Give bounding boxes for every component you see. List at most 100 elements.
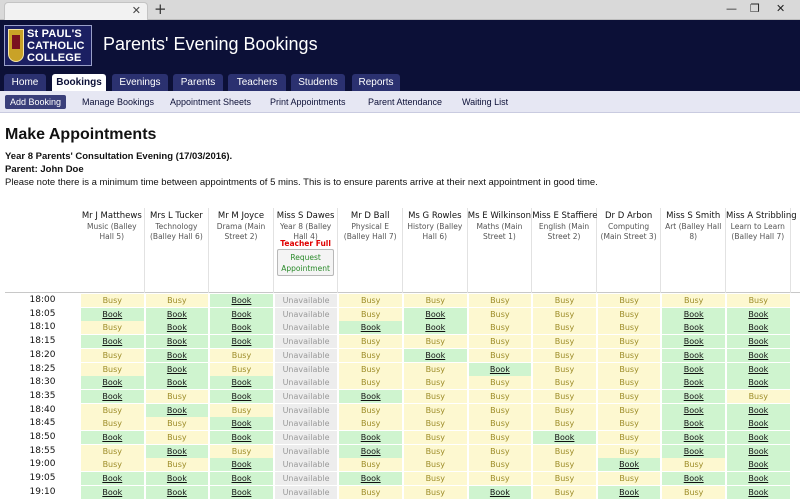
busy-slot: Busy bbox=[404, 335, 467, 349]
book-slot-link[interactable]: Book bbox=[662, 362, 725, 376]
busy-slot: Busy bbox=[404, 417, 467, 431]
nav-tab-home[interactable]: Home bbox=[4, 74, 46, 91]
book-slot-link[interactable]: Book bbox=[597, 485, 661, 499]
book-slot-link[interactable]: Book bbox=[662, 335, 725, 349]
request-appointment-button[interactable]: Request Appointment bbox=[276, 249, 335, 276]
subnav-print-appointments[interactable]: Print Appointments bbox=[270, 95, 346, 109]
busy-slot: Busy bbox=[404, 444, 467, 458]
book-slot-link[interactable]: Book bbox=[468, 362, 532, 376]
book-slot-link[interactable]: Book bbox=[81, 485, 144, 499]
book-slot-link[interactable]: Book bbox=[727, 417, 790, 431]
book-slot-link[interactable]: Book bbox=[339, 321, 402, 335]
subnav-appointment-sheets[interactable]: Appointment Sheets bbox=[170, 95, 251, 109]
book-slot-link[interactable]: Book bbox=[533, 431, 596, 444]
nav-tab-evenings[interactable]: Evenings bbox=[112, 74, 168, 91]
book-slot-link[interactable]: Book bbox=[210, 389, 273, 403]
unavailable-slot: Unavailable bbox=[274, 335, 338, 349]
book-slot-link[interactable]: Book bbox=[662, 389, 725, 403]
book-slot-link[interactable]: Book bbox=[727, 485, 790, 499]
close-window-icon[interactable]: ✕ bbox=[776, 2, 785, 16]
book-slot-link[interactable]: Book bbox=[727, 431, 790, 444]
book-slot-link[interactable]: Book bbox=[727, 348, 790, 362]
busy-slot: Busy bbox=[404, 376, 467, 390]
book-slot-link[interactable]: Book bbox=[597, 458, 661, 472]
minimize-icon[interactable]: — bbox=[726, 2, 737, 16]
book-slot-link[interactable]: Book bbox=[727, 376, 790, 390]
book-slot-link[interactable]: Book bbox=[404, 307, 467, 321]
close-tab-icon[interactable]: ✕ bbox=[132, 4, 141, 18]
book-slot-link[interactable]: Book bbox=[662, 307, 725, 321]
book-slot-link[interactable]: Book bbox=[662, 431, 725, 444]
busy-slot: Busy bbox=[727, 389, 790, 403]
unavailable-slot: Unavailable bbox=[274, 348, 338, 362]
book-slot-link[interactable]: Book bbox=[727, 444, 790, 458]
new-tab-icon[interactable]: + bbox=[154, 1, 167, 17]
book-slot-link[interactable]: Book bbox=[727, 362, 790, 376]
book-slot-link[interactable]: Book bbox=[210, 335, 273, 349]
book-slot-link[interactable]: Book bbox=[210, 458, 273, 472]
book-slot-link[interactable]: Book bbox=[339, 444, 402, 458]
book-slot-link[interactable]: Book bbox=[727, 307, 790, 321]
book-slot-link[interactable]: Book bbox=[145, 472, 209, 486]
teacher-name: Dr D Arbon bbox=[604, 211, 653, 221]
book-slot-link[interactable]: Book bbox=[404, 321, 467, 335]
book-slot-link[interactable]: Book bbox=[210, 485, 273, 499]
busy-slot: Busy bbox=[533, 389, 596, 403]
book-slot-link[interactable]: Book bbox=[662, 403, 725, 417]
nav-tab-bookings[interactable]: Bookings bbox=[52, 74, 106, 91]
book-slot-link[interactable]: Book bbox=[662, 348, 725, 362]
nav-tab-students[interactable]: Students bbox=[291, 74, 345, 91]
teacher-subject: Physical E (Balley Hall 7) bbox=[343, 222, 397, 241]
book-slot-link[interactable]: Book bbox=[727, 403, 790, 417]
book-slot-link[interactable]: Book bbox=[145, 307, 209, 321]
book-slot-link[interactable]: Book bbox=[662, 472, 725, 486]
book-slot-link[interactable]: Book bbox=[662, 376, 725, 390]
book-slot-link[interactable]: Book bbox=[145, 444, 209, 458]
subnav-add-booking[interactable]: Add Booking bbox=[5, 95, 67, 109]
book-slot-link[interactable]: Book bbox=[210, 431, 273, 444]
subnav-parent-attendance[interactable]: Parent Attendance bbox=[368, 95, 442, 109]
book-slot-link[interactable]: Book bbox=[727, 472, 790, 486]
book-slot-link[interactable]: Book bbox=[210, 321, 273, 335]
book-slot-link[interactable]: Book bbox=[339, 472, 402, 486]
book-slot-link[interactable]: Book bbox=[727, 335, 790, 349]
book-slot-link[interactable]: Book bbox=[662, 321, 725, 335]
book-slot-link[interactable]: Book bbox=[210, 376, 273, 390]
book-slot-link[interactable]: Book bbox=[210, 417, 273, 431]
book-slot-link[interactable]: Book bbox=[727, 321, 790, 335]
busy-slot: Busy bbox=[662, 485, 725, 499]
book-slot-link[interactable]: Book bbox=[81, 389, 144, 403]
nav-tab-teachers[interactable]: Teachers bbox=[228, 74, 286, 91]
browser-tab[interactable]: ✕ bbox=[4, 2, 148, 20]
subnav-manage-bookings[interactable]: Manage Bookings bbox=[82, 95, 154, 109]
book-slot-link[interactable]: Book bbox=[145, 362, 209, 376]
nav-tab-parents[interactable]: Parents bbox=[173, 74, 223, 91]
book-slot-link[interactable]: Book bbox=[404, 348, 467, 362]
book-slot-link[interactable]: Book bbox=[727, 458, 790, 472]
book-slot-link[interactable]: Book bbox=[468, 485, 532, 499]
book-slot-link[interactable]: Book bbox=[81, 307, 144, 321]
book-slot-link[interactable]: Book bbox=[662, 417, 725, 431]
book-slot-link[interactable]: Book bbox=[339, 389, 402, 403]
book-slot-link[interactable]: Book bbox=[145, 485, 209, 499]
book-slot-link[interactable]: Book bbox=[81, 472, 144, 486]
book-slot-link[interactable]: Book bbox=[339, 431, 402, 444]
book-slot-link[interactable]: Book bbox=[210, 294, 273, 307]
book-slot-link[interactable]: Book bbox=[210, 307, 273, 321]
book-slot-link[interactable]: Book bbox=[662, 444, 725, 458]
book-slot-link[interactable]: Book bbox=[81, 431, 144, 444]
nav-tab-reports[interactable]: Reports bbox=[352, 74, 400, 91]
book-slot-link[interactable]: Book bbox=[81, 376, 144, 390]
school-logo[interactable]: St PAUL'S CATHOLIC COLLEGE bbox=[4, 25, 92, 66]
teacher-header: Mr D Ball Physical E (Balley Hall 7) bbox=[338, 208, 403, 293]
book-slot-link[interactable]: Book bbox=[145, 376, 209, 390]
unavailable-slot: Unavailable bbox=[274, 294, 338, 307]
book-slot-link[interactable]: Book bbox=[145, 348, 209, 362]
book-slot-link[interactable]: Book bbox=[145, 403, 209, 417]
book-slot-link[interactable]: Book bbox=[210, 472, 273, 486]
book-slot-link[interactable]: Book bbox=[81, 335, 144, 349]
subnav-waiting-list[interactable]: Waiting List bbox=[462, 95, 508, 109]
restore-icon[interactable]: ❐ bbox=[750, 2, 760, 16]
book-slot-link[interactable]: Book bbox=[145, 335, 209, 349]
book-slot-link[interactable]: Book bbox=[145, 321, 209, 335]
